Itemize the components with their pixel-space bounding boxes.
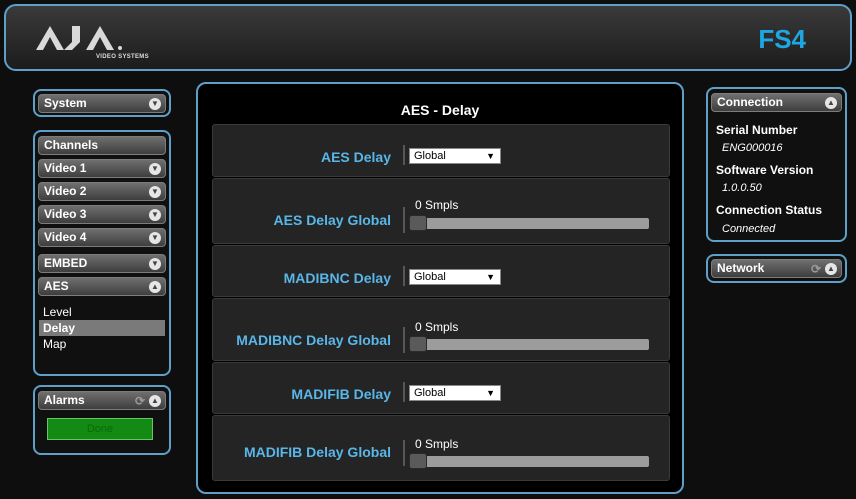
divider (403, 207, 405, 233)
chevron-down-icon: ▼ (486, 151, 495, 161)
madibnc-delay-select[interactable]: Global ▼ (409, 269, 501, 285)
sidebar-item-label: Video 2 (44, 184, 87, 198)
system-label: System (44, 96, 87, 110)
connection-header: Connection ▲ (711, 93, 842, 112)
slider-value: 0 Smpls (415, 437, 459, 451)
slider-value: 0 Smpls (415, 320, 459, 334)
divider (403, 266, 405, 286)
sidebar-item-video1[interactable]: Video 1 ▼ (38, 159, 166, 178)
sidebar-subitem-level[interactable]: Level (43, 304, 72, 320)
chevron-down-icon: ▼ (486, 388, 495, 398)
madibnc-delay-row: MADIBNC Delay Global ▼ (212, 245, 670, 297)
connection-status-label: Connection Status (716, 203, 823, 217)
select-value: Global (414, 387, 446, 399)
logo-subtitle: VIDEO SYSTEMS (96, 54, 149, 60)
row-label: MADIBNC Delay Global (236, 332, 391, 348)
refresh-icon[interactable]: ⟳ (135, 394, 145, 408)
chevron-up-icon[interactable]: ▲ (149, 281, 161, 293)
connection-title: Connection (717, 95, 783, 109)
aes-delay-global-slider[interactable] (409, 218, 649, 229)
sidebar-item-label: Video 1 (44, 161, 87, 175)
alarms-header: Alarms ⟳ ▲ (38, 391, 166, 410)
chevron-down-icon: ▼ (486, 272, 495, 282)
chevron-down-icon[interactable]: ▼ (149, 163, 161, 175)
sidebar-subitem-map[interactable]: Map (43, 336, 66, 352)
serial-number-value: ENG000016 (722, 142, 783, 154)
row-label: AES Delay Global (273, 212, 391, 228)
chevron-down-icon[interactable]: ▼ (149, 232, 161, 244)
slider-thumb[interactable] (409, 453, 427, 469)
channels-label: Channels (44, 138, 99, 152)
software-version-value: 1.0.0.50 (722, 182, 762, 194)
chevron-up-icon[interactable]: ▲ (149, 395, 161, 407)
sidebar-item-embed[interactable]: EMBED ▼ (38, 254, 166, 273)
sidebar-item-label: Video 3 (44, 207, 87, 221)
chevron-up-icon[interactable]: ▲ (825, 97, 837, 109)
madifib-delay-select[interactable]: Global ▼ (409, 385, 501, 401)
connection-status-value: Connected (722, 223, 776, 235)
page-title: AES - Delay (400, 102, 480, 118)
aes-delay-panel: AES - Delay AES Delay Global ▼ AES Delay… (196, 82, 684, 494)
aes-delay-global-row: AES Delay Global 0 Smpls (212, 178, 670, 244)
system-button[interactable]: System ▼ (38, 94, 166, 113)
alarm-status-button[interactable]: Done (47, 418, 153, 440)
channels-header: Channels (38, 136, 166, 155)
sidebar-item-video2[interactable]: Video 2 ▼ (38, 182, 166, 201)
madibnc-delay-global-slider[interactable] (409, 339, 649, 350)
row-label: MADIFIB Delay (291, 386, 391, 402)
model-name: FS4 (758, 24, 806, 54)
sidebar-item-label: Video 4 (44, 230, 87, 244)
row-label: MADIFIB Delay Global (243, 444, 391, 460)
chevron-down-icon[interactable]: ▼ (149, 98, 161, 110)
madifib-delay-row: MADIFIB Delay Global ▼ (212, 362, 670, 414)
aes-delay-row: AES Delay Global ▼ (212, 124, 670, 177)
select-value: Global (414, 271, 446, 283)
sidebar-item-video4[interactable]: Video 4 ▼ (38, 228, 166, 247)
software-version-label: Software Version (716, 163, 814, 177)
aes-delay-select[interactable]: Global ▼ (409, 148, 501, 164)
madibnc-delay-global-row: MADIBNC Delay Global 0 Smpls (212, 298, 670, 361)
aja-logo (36, 26, 122, 50)
system-panel: System ▼ (33, 89, 171, 117)
network-panel: Network ⟳ ▲ (706, 254, 847, 283)
sidebar-item-label: AES (44, 279, 69, 293)
chevron-down-icon[interactable]: ▼ (149, 186, 161, 198)
channels-panel: Channels Video 1 ▼ Video 2 ▼ Video 3 ▼ V… (33, 130, 171, 376)
alarms-panel: Alarms ⟳ ▲ Done (33, 385, 171, 455)
slider-thumb[interactable] (409, 336, 427, 352)
sidebar-item-label: EMBED (44, 256, 88, 270)
madifib-delay-global-slider[interactable] (409, 456, 649, 467)
madifib-delay-global-row: MADIFIB Delay Global 0 Smpls (212, 415, 670, 481)
network-title: Network (717, 261, 765, 275)
sidebar-item-video3[interactable]: Video 3 ▼ (38, 205, 166, 224)
divider (403, 145, 405, 165)
chevron-down-icon[interactable]: ▼ (149, 258, 161, 270)
chevron-down-icon[interactable]: ▼ (149, 209, 161, 221)
serial-number-label: Serial Number (716, 123, 798, 137)
slider-value: 0 Smpls (415, 198, 459, 212)
divider (403, 327, 405, 353)
refresh-icon[interactable]: ⟳ (811, 262, 821, 276)
select-value: Global (414, 150, 446, 162)
sidebar-item-aes[interactable]: AES ▲ (38, 277, 166, 296)
network-header[interactable]: Network ⟳ ▲ (711, 259, 842, 278)
divider (403, 382, 405, 402)
chevron-up-icon[interactable]: ▲ (825, 263, 837, 275)
row-label: AES Delay (320, 149, 391, 165)
divider (403, 440, 405, 466)
connection-panel: Connection ▲ Serial Number ENG000016 Sof… (706, 87, 847, 242)
slider-thumb[interactable] (409, 215, 427, 231)
row-label: MADIBNC Delay (283, 270, 391, 286)
alarms-label: Alarms (44, 393, 85, 407)
sidebar-subitem-delay[interactable]: Delay (39, 320, 165, 336)
header-bar: VIDEO SYSTEMS FS4 (4, 4, 852, 71)
